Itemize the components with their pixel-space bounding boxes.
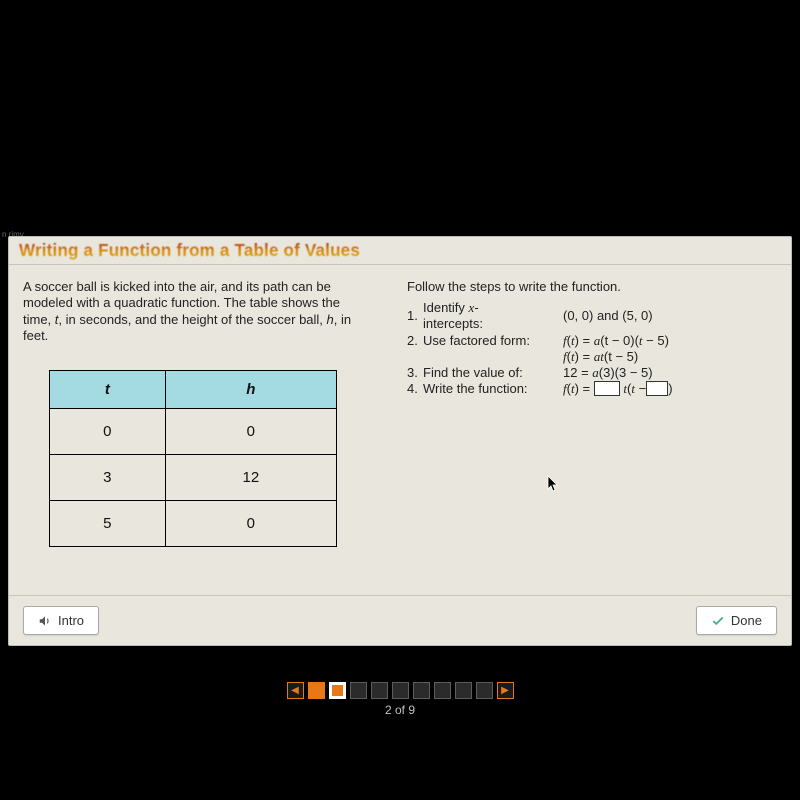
step-1-label-c: intercepts: — [423, 316, 483, 331]
right-pane: Follow the steps to write the function. … — [403, 279, 777, 577]
pager-prev-button[interactable]: ◀ — [287, 682, 304, 699]
p2: − 0)( — [608, 333, 639, 348]
prompt-line-c-suffix: , in — [334, 312, 351, 327]
s3-b: (3)(3 − 5) — [599, 365, 653, 380]
pager-page-9[interactable] — [476, 682, 493, 699]
cell-h0: 0 — [165, 409, 336, 455]
f-sym2: f — [563, 349, 567, 364]
cursor-icon — [547, 475, 561, 499]
intro-button[interactable]: Intro — [23, 606, 99, 635]
p5: − 5) — [612, 349, 638, 364]
p1: (t — [600, 333, 608, 348]
step-3-label: Find the value of: — [423, 365, 563, 381]
cell-t0: 0 — [50, 409, 166, 455]
p3: − 5) — [643, 333, 669, 348]
cell-t1: 3 — [50, 455, 166, 501]
page-title: Writing a Function from a Table of Value… — [19, 241, 360, 262]
step-3: 3. Find the value of: 12 = a(3)(3 − 5) — [407, 365, 777, 381]
eq: ) = — [575, 333, 594, 348]
step-2-label: Use factored form: — [423, 333, 563, 366]
step-3-num: 3. — [407, 365, 423, 381]
step-1-label: Identify x- intercepts: — [423, 300, 563, 333]
prompt-line-d: feet. — [23, 328, 48, 343]
s4-end: ) — [668, 381, 672, 396]
p4: (t — [604, 349, 612, 364]
at: at — [594, 349, 604, 364]
problem-prompt: A soccer ball is kicked into the air, an… — [23, 279, 393, 344]
table-header-row: t h — [50, 371, 337, 409]
prompt-line-a: A soccer ball is kicked into the air, an… — [23, 279, 331, 294]
cell-t2: 5 — [50, 501, 166, 547]
step-4-num: 4. — [407, 381, 423, 397]
th-h: h — [165, 371, 336, 409]
cell-h2: 0 — [165, 501, 336, 547]
speaker-icon — [38, 614, 52, 628]
step-4: 4. Write the function: f(t) = t(t −) — [407, 381, 777, 397]
step-1-num: 1. — [407, 308, 423, 324]
content-area: A soccer ball is kicked into the air, an… — [9, 265, 791, 595]
step-3-value: 12 = a(3)(3 − 5) — [563, 365, 777, 381]
data-table: t h 0 0 3 12 5 0 — [49, 370, 337, 547]
cell-h1: 12 — [165, 455, 336, 501]
f-sym: f — [563, 333, 567, 348]
table-row: 3 12 — [50, 455, 337, 501]
step-1-value: (0, 0) and (5, 0) — [563, 308, 777, 324]
steps-title: Follow the steps to write the function. — [407, 279, 777, 294]
pager-page-6[interactable] — [413, 682, 430, 699]
pager-page-4[interactable] — [371, 682, 388, 699]
answer-blank-b[interactable] — [646, 381, 668, 396]
step-2-value: f(t) = a(t − 0)(t − 5) f(t) = at(t − 5) — [563, 333, 777, 366]
step-2: 2. Use factored form: f(t) = a(t − 0)(t … — [407, 333, 777, 366]
prompt-line-c-prefix: time, — [23, 312, 55, 327]
s3-v: 12 = — [563, 365, 592, 380]
heading-strip: Writing a Function from a Table of Value… — [9, 237, 791, 265]
bottom-bar: Intro Done — [9, 595, 791, 645]
done-button[interactable]: Done — [696, 606, 777, 635]
step-1: 1. Identify x- intercepts: (0, 0) and (5… — [407, 300, 777, 333]
th-t: t — [50, 371, 166, 409]
pager-page-8[interactable] — [455, 682, 472, 699]
pager-next-button[interactable]: ▶ — [497, 682, 514, 699]
step-4-value: f(t) = t(t −) — [563, 381, 777, 397]
pager-page-7[interactable] — [434, 682, 451, 699]
intro-label: Intro — [58, 613, 84, 628]
step-4-label: Write the function: — [423, 381, 563, 397]
s4-eq: ) = — [575, 381, 594, 396]
step-1-label-b: - — [474, 300, 478, 315]
answer-blank-a[interactable] — [594, 381, 620, 396]
lesson-card: Writing a Function from a Table of Value… — [8, 236, 792, 646]
pager-page-2[interactable] — [329, 682, 346, 699]
s4-f: f — [563, 381, 567, 396]
pager-page-1[interactable] — [308, 682, 325, 699]
var-h: h — [327, 312, 334, 327]
step-1-label-a: Identify — [423, 300, 469, 315]
pager-page-5[interactable] — [392, 682, 409, 699]
table-row: 5 0 — [50, 501, 337, 547]
pager-text: 2 of 9 — [0, 703, 800, 717]
pager-row: ◀ ▶ — [287, 682, 514, 699]
left-pane: A soccer ball is kicked into the air, an… — [23, 279, 403, 577]
done-label: Done — [731, 613, 762, 628]
s4-dash: − — [635, 381, 646, 396]
pager-page-3[interactable] — [350, 682, 367, 699]
check-icon — [711, 614, 725, 628]
eq2: ) = — [575, 349, 594, 364]
table-row: 0 0 — [50, 409, 337, 455]
pager: ◀ ▶ 2 of 9 — [0, 680, 800, 717]
prompt-line-b: modeled with a quadratic function. The t… — [23, 295, 340, 310]
step-2-num: 2. — [407, 333, 423, 366]
prompt-line-c-mid: , in seconds, and the height of the socc… — [58, 312, 326, 327]
